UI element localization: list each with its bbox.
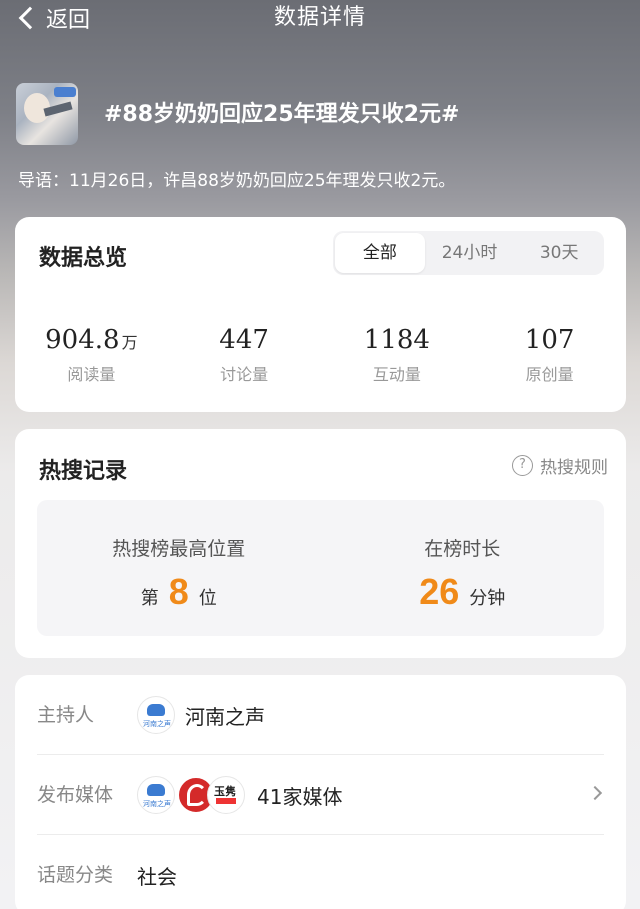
host-logo: 河南之声	[137, 696, 175, 734]
stat-discussions-value: 447	[219, 325, 269, 355]
chevron-right-icon[interactable]	[587, 785, 603, 801]
on-list-duration: 在榜时长 26 分钟	[321, 500, 605, 636]
topic-info-card: 主持人 河南之声 河南之声 发布媒体 河南之声 玉隽 41家媒体 话题分类 社会	[15, 675, 626, 909]
host-logo-text: 河南之声	[143, 720, 171, 728]
stat-originals-value: 107	[524, 325, 575, 355]
stat-interactions: 1184 互动量	[321, 325, 474, 385]
host-row: 主持人 河南之声 河南之声	[37, 675, 604, 755]
media-count: 41家媒体	[257, 784, 343, 809]
overview-card: 数据总览 全部 24小时 30天 904.8 万 阅读量 447 讨论量 1184…	[15, 217, 626, 412]
hot-search-title: 热搜记录	[39, 459, 128, 484]
hot-search-rules-label: 热搜规则	[540, 458, 608, 478]
stat-interactions-label: 互动量	[372, 365, 421, 384]
question-circle-icon: ?	[512, 455, 533, 476]
topic-lead: 导语：11月26日，许昌88岁奶奶回应25年理发只收2元。	[18, 171, 456, 191]
hot-search-summary: 热搜榜最高位置 第 8 位 在榜时长 26 分钟	[37, 500, 604, 636]
on-list-duration-suffix: 分钟	[469, 588, 506, 609]
topic-title: #88岁奶奶回应25年理发只收2元#	[104, 102, 460, 127]
highest-position-label: 热搜榜最高位置	[112, 538, 246, 560]
media-label: 发布媒体	[37, 784, 114, 806]
stat-reads-label: 阅读量	[67, 365, 116, 384]
topic-thumbnail	[16, 83, 78, 145]
highest-position: 热搜榜最高位置 第 8 位	[37, 500, 321, 636]
host-label: 主持人	[37, 704, 95, 726]
category-value: 社会	[137, 864, 177, 889]
highest-position-value: 8	[168, 571, 189, 612]
host-name[interactable]: 河南之声	[185, 701, 265, 730]
tab-24h[interactable]: 24小时	[425, 233, 515, 273]
media-logo-3-text: 玉隽	[214, 785, 236, 798]
page-title: 数据详情	[273, 5, 366, 30]
stat-interactions-value: 1184	[363, 325, 430, 355]
stat-reads-unit: 万	[121, 333, 138, 352]
stat-discussions: 447 讨论量	[168, 325, 321, 385]
media-row[interactable]: 发布媒体 河南之声 玉隽 41家媒体	[37, 755, 604, 835]
top-nav-bar: 返回 数据详情	[0, 0, 640, 36]
highest-position-prefix: 第	[140, 588, 159, 609]
category-row: 话题分类 社会	[37, 835, 604, 909]
media-logo-1: 河南之声	[137, 776, 175, 814]
on-list-duration-value: 26	[419, 571, 460, 612]
tab-all[interactable]: 全部	[335, 233, 425, 273]
stat-reads-value: 904.8	[45, 325, 120, 355]
hot-search-card: 热搜记录 ? 热搜规则 热搜榜最高位置 第 8 位 在榜时长 26 分钟	[15, 429, 626, 658]
category-label: 话题分类	[37, 864, 114, 886]
stat-reads: 904.8 万 阅读量	[15, 325, 168, 385]
stat-originals-label: 原创量	[525, 365, 574, 384]
hot-search-rules-link[interactable]: ? 热搜规则	[512, 453, 608, 478]
overview-stats: 904.8 万 阅读量 447 讨论量 1184 互动量 107 原创量	[15, 325, 626, 385]
stat-originals: 107 原创量	[473, 325, 626, 385]
highest-position-suffix: 位	[198, 588, 217, 609]
on-list-duration-label: 在榜时长	[424, 538, 501, 560]
time-range-segmented-control: 全部 24小时 30天	[333, 231, 604, 275]
stat-discussions-label: 讨论量	[220, 365, 269, 384]
overview-title: 数据总览	[39, 246, 128, 271]
media-logo-3: 玉隽	[207, 776, 245, 814]
media-logo-1-text: 河南之声	[143, 800, 171, 808]
tab-30d[interactable]: 30天	[514, 233, 604, 273]
